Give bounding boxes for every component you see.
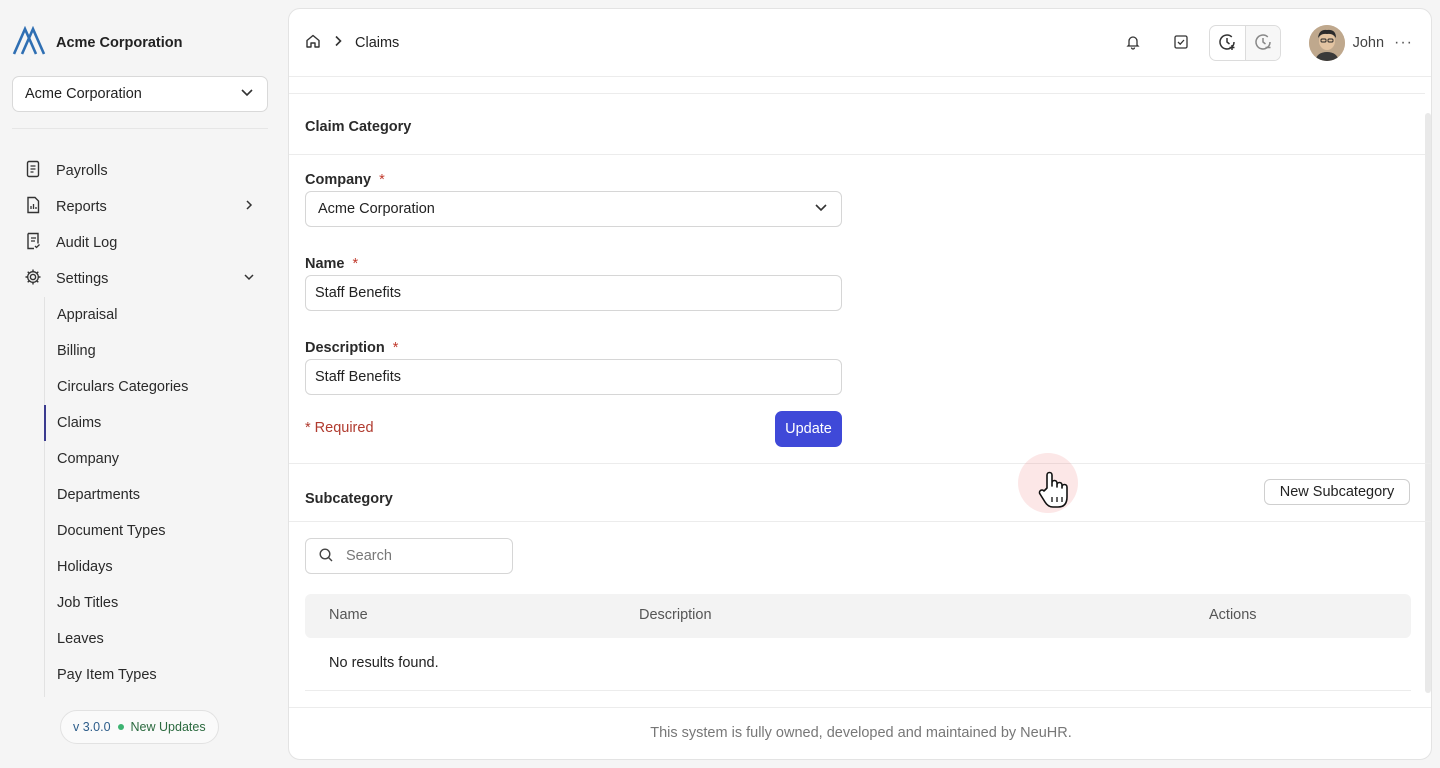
chevron-down-icon [239,84,255,104]
sidebar-item-label: Settings [56,271,109,287]
subnav-item-holidays[interactable]: Holidays [45,549,268,585]
brand-logo-icon [12,25,46,59]
sidebar-nav: Payrolls Reports Audit Log Settings [12,153,268,297]
company-label-text: Company [305,172,372,188]
clock-group [1208,25,1281,61]
new-subcategory-button[interactable]: New Subcategory [1264,479,1410,505]
search-input[interactable] [346,548,496,564]
subnav-item-claims[interactable]: Claims [44,405,268,441]
sidebar-item-reports[interactable]: Reports [12,189,268,225]
notifications-button[interactable] [1115,25,1151,61]
gear-icon [24,268,42,290]
payroll-icon [24,160,42,182]
subnav-item-appraisal[interactable]: Appraisal [45,297,268,333]
empty-state-text: No results found. [329,655,439,671]
content-area: Claim Category Company * Acme Corporation… [289,77,1431,707]
chevron-right-icon [242,198,256,216]
breadcrumb: Claims [305,33,399,53]
divider [289,154,1425,155]
description-label-text: Description [305,340,385,356]
clock-in-button[interactable] [1210,26,1245,60]
update-dot-icon [117,724,124,730]
subnav-item-circulars-categories[interactable]: Circulars Categories [45,369,268,405]
column-header-name[interactable]: Name [329,607,368,623]
required-star: * [379,172,385,188]
sidebar-divider [12,128,268,129]
subnav-item-departments[interactable]: Departments [45,477,268,513]
name-label-text: Name [305,256,345,272]
required-star: * [352,256,359,272]
subnav-item-job-titles[interactable]: Job Titles [45,585,268,621]
company-switcher[interactable]: Acme Corporation [12,76,268,112]
clock-in-icon [1217,32,1237,55]
sidebar-item-label: Payrolls [56,163,108,179]
table-header: Name Description Actions [305,594,1411,638]
updates-label: New Updates [130,720,206,734]
subcategory-title: Subcategory [305,491,393,507]
sidebar: Acme Corporation Acme Corporation Payrol… [0,0,280,768]
more-options-icon[interactable]: ··· [1394,34,1413,52]
claim-category-title: Claim Category [305,119,412,135]
chevron-down-icon [242,270,256,288]
name-field[interactable] [305,275,842,311]
table-row-divider [305,690,1411,691]
top-actions: John ··· [1115,25,1413,61]
checkbox-icon [1173,34,1189,53]
subnav-item-document-types[interactable]: Document Types [45,513,268,549]
footer-text: This system is fully owned, developed an… [650,725,1072,741]
subnav-item-company[interactable]: Company [45,441,268,477]
divider [289,463,1431,464]
company-select[interactable]: Acme Corporation [305,191,842,227]
clock-out-button[interactable] [1244,26,1280,60]
brand[interactable]: Acme Corporation [12,25,183,59]
user-name[interactable]: John [1353,35,1384,51]
description-label: Description * [305,340,398,356]
main-panel: Claims John ··· Claim Category Company *… [288,8,1432,760]
sidebar-item-label: Reports [56,199,107,215]
chevron-right-icon [331,34,345,52]
sidebar-item-audit-log[interactable]: Audit Log [12,225,268,261]
divider [289,521,1431,522]
top-bar: Claims John ··· [289,9,1431,77]
divider [289,93,1425,94]
subnav-item-billing[interactable]: Billing [45,333,268,369]
company-label: Company * [305,172,385,188]
version-label: v 3.0.0 [73,720,111,734]
company-switcher-value: Acme Corporation [25,86,142,102]
column-header-description[interactable]: Description [639,607,712,623]
search-field[interactable] [305,538,513,574]
sidebar-item-payrolls[interactable]: Payrolls [12,153,268,189]
update-button[interactable]: Update [775,411,842,447]
required-note: * Required [305,420,374,436]
description-field[interactable] [305,359,842,395]
breadcrumb-current: Claims [355,35,400,51]
hand-cursor-icon [1036,470,1070,513]
sidebar-item-label: Audit Log [56,235,118,251]
footer: This system is fully owned, developed an… [289,707,1431,759]
company-select-value: Acme Corporation [318,201,435,217]
clock-out-icon [1253,32,1273,55]
subnav-item-leaves[interactable]: Leaves [45,621,268,657]
version-badge[interactable]: v 3.0.0 New Updates [60,710,219,744]
avatar[interactable] [1308,25,1345,61]
sidebar-item-settings[interactable]: Settings [12,261,268,297]
subnav-item-pay-item-types[interactable]: Pay Item Types [45,657,268,693]
required-star: * [392,340,399,356]
tasks-button[interactable] [1163,25,1199,61]
scrollbar[interactable] [1425,113,1431,693]
brand-name: Acme Corporation [56,34,183,51]
settings-subnav: Appraisal Billing Circulars Categories C… [44,297,268,697]
home-icon[interactable] [305,33,321,53]
search-icon [318,547,334,566]
name-label: Name * [305,256,358,272]
report-icon [24,196,42,218]
bell-icon [1125,34,1141,53]
audit-log-icon [24,232,42,254]
chevron-down-icon [813,199,829,219]
column-header-actions: Actions [1209,607,1257,623]
